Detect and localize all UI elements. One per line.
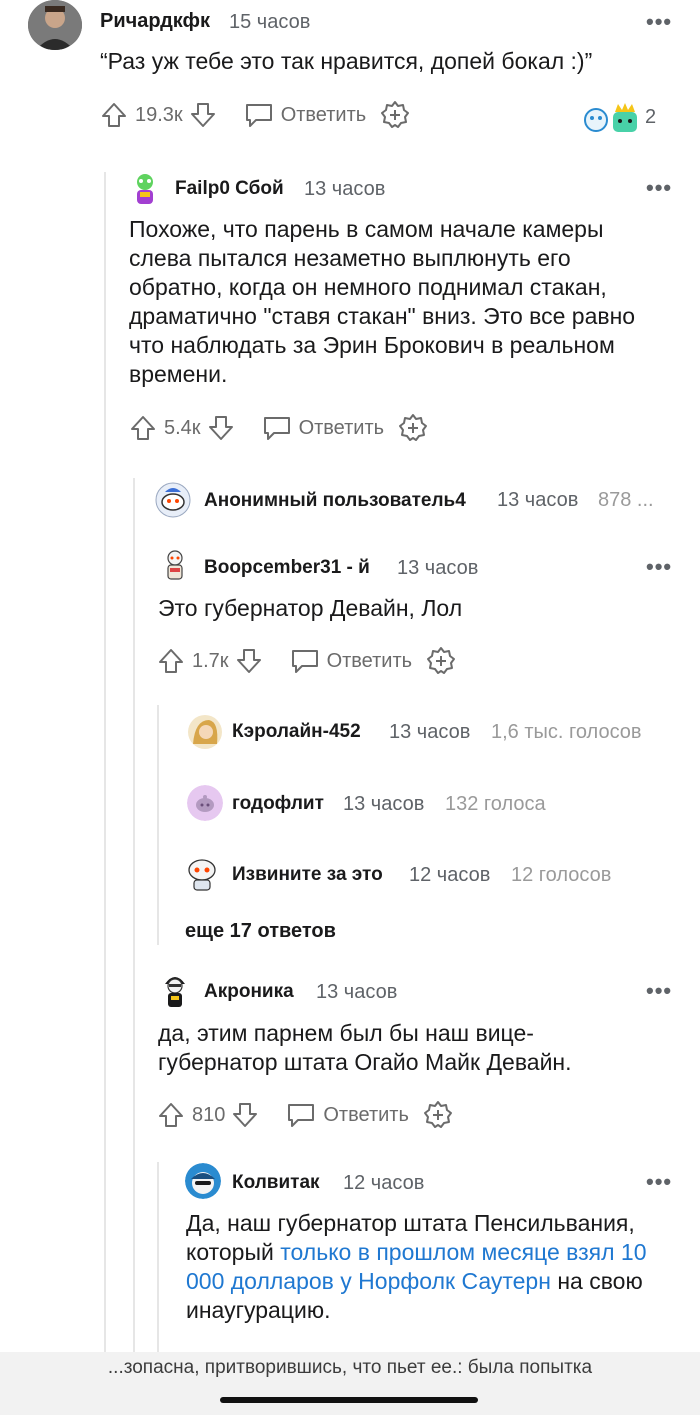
reply-button[interactable]: Ответить [327,650,413,673]
avatar[interactable] [155,482,191,518]
comment-time: 15 часов [229,11,311,33]
more-options-icon[interactable]: ••• [646,554,672,580]
comment-time: 13 часов [397,557,479,579]
avatar[interactable] [129,172,161,206]
more-options-icon[interactable]: ••• [646,9,672,35]
reply-icon[interactable] [285,1100,317,1130]
downvote-icon[interactable] [189,101,217,129]
comment-time: 13 часов [497,489,579,511]
upvote-icon[interactable] [157,647,185,675]
comment-author[interactable]: Колвитак [232,1172,320,1194]
reply-button[interactable]: Ответить [281,104,367,127]
vote-count: 12 голосов [511,864,612,886]
comment-body: “Раз уж тебе это так нравится, допей бок… [100,48,593,74]
awards-count: 2 [645,106,657,128]
avatar[interactable] [187,714,223,750]
comment-time: 13 часов [343,793,425,815]
award-icon[interactable] [398,413,428,443]
comment-time: 12 часов [343,1172,425,1194]
comment-author[interactable]: Кэролайн-452 [232,721,361,743]
downvote-icon[interactable] [207,414,235,442]
comment-body: Это губернатор Девайн, Лол [158,595,463,621]
comment-body: да, этим парнем был бы наш вице-губернат… [158,1020,572,1075]
reply-icon[interactable] [243,100,275,130]
avatar[interactable] [187,785,223,821]
vote-count: 19.3к [135,103,183,126]
vote-count: 132 голоса [445,793,546,815]
reply-icon[interactable] [261,413,293,443]
comment-author[interactable]: Акроника [204,981,294,1003]
avatar[interactable] [160,972,190,1010]
more-options-icon[interactable]: ••• [646,978,672,1004]
comment-body: Похоже, что парень в самом начале камеры… [129,216,636,387]
comment-time: 13 часов [316,981,398,1003]
vote-count: 1,6 тыс. голосов [491,721,642,743]
awards[interactable] [582,100,642,139]
award-icon[interactable] [380,100,410,130]
comment-time: 13 часов [389,721,471,743]
award-icon[interactable] [423,1100,453,1130]
comment-author[interactable]: Boopcember31 - й [204,557,370,579]
comment-time: 13 часов [304,178,386,200]
comment-author[interactable]: Ричардкфк [100,10,210,33]
post-title[interactable]: ...зопасна, притворившись, что пьет ее.:… [0,1357,700,1379]
vote-count: 878 ... [598,489,654,511]
upvote-icon[interactable] [100,101,128,129]
more-options-icon[interactable]: ••• [646,1169,672,1195]
comment-body: Да, наш губернатор штата Пенсильвания, к… [186,1209,676,1325]
reply-icon[interactable] [289,646,321,676]
vote-count: 1.7к [192,649,229,672]
avatar[interactable] [28,0,82,50]
vote-count: 810 [192,1103,226,1126]
comment-actions: 5.4к Ответить [129,413,428,443]
comment-actions: 810 Ответить [157,1100,453,1130]
thread-rail-level3b[interactable] [157,1162,159,1352]
comment-author[interactable]: годофлит [232,793,324,815]
reply-button[interactable]: Ответить [299,417,385,440]
upvote-icon[interactable] [157,1101,185,1129]
more-options-icon[interactable]: ••• [646,175,672,201]
downvote-icon[interactable] [235,647,263,675]
upvote-icon[interactable] [129,414,157,442]
avatar[interactable] [185,1163,221,1199]
avatar[interactable] [160,548,190,584]
comment-actions: 19.3к Ответить [100,100,410,130]
downvote-icon[interactable] [231,1101,259,1129]
thread-rail-level3[interactable] [157,705,159,945]
comment-actions: 1.7к Ответить [157,646,456,676]
comment-author[interactable]: Анонимный пользователь4 [204,490,466,512]
comment-author[interactable]: Извините за это [232,864,383,886]
thread-rail-level2[interactable] [133,478,135,1352]
thread-rail-level1[interactable] [104,172,106,1352]
comment-time: 12 часов [409,864,491,886]
comment-author[interactable]: Failp0 Сбой [175,178,284,200]
vote-count: 5.4к [164,416,201,439]
reply-button[interactable]: Ответить [323,1104,409,1127]
award-icon[interactable] [426,646,456,676]
avatar[interactable] [185,856,219,892]
more-replies-link[interactable]: еще 17 ответов [185,920,336,943]
home-indicator[interactable] [220,1397,478,1403]
